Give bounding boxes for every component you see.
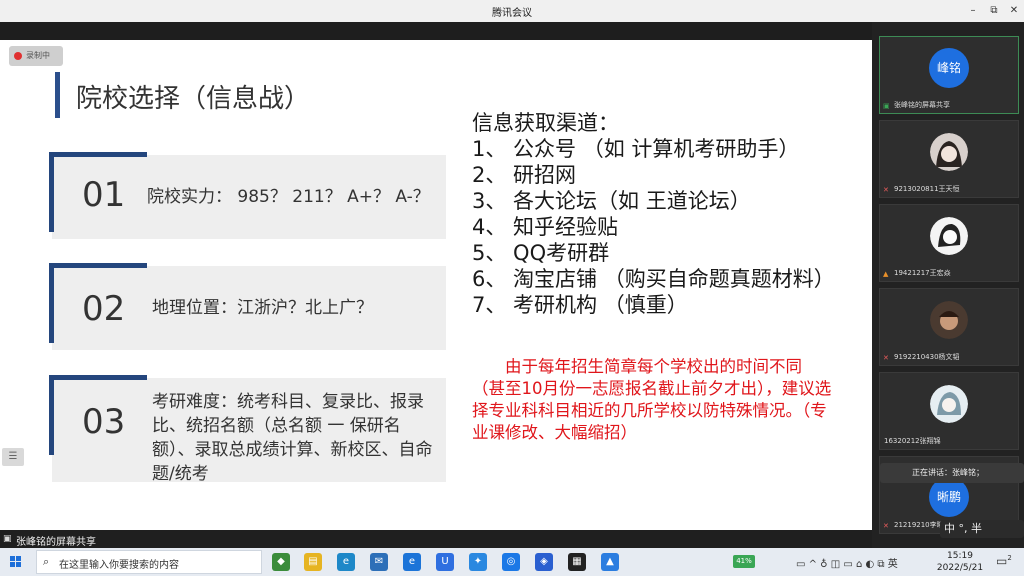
app-icon[interactable]: ◎	[502, 553, 520, 571]
card-number: 01	[82, 175, 126, 215]
close-button[interactable]: ✕	[1006, 3, 1022, 19]
avatar	[930, 217, 968, 255]
participant-tile[interactable]: 16320212张翔锦	[879, 372, 1019, 450]
time: 15:19	[947, 551, 973, 561]
system-tray[interactable]: ▭ ^ ♁ ◫ ▭ ⌂ ◐ ⧉ 英	[796, 555, 898, 570]
mail-icon[interactable]: ✉	[370, 553, 388, 571]
toolbar-strip	[0, 22, 872, 40]
screen-share-bar: ▣ 张峰铭的屏幕共享	[0, 530, 872, 548]
shared-slide: 录制中 院校选择（信息战） 01 院校实力： 985？ 211？ A+？ A-？…	[0, 40, 872, 530]
card-3: 03 考研难度：统考科目、复录比、报录比、统招名额（总名额 一 保研名额）、录取…	[49, 375, 446, 484]
avatar: 晰鹏	[929, 477, 969, 517]
speaking-indicator: 正在讲话：张峰铭；	[880, 463, 1024, 483]
info-item: 4、 知乎经验贴	[472, 215, 619, 239]
card-accent	[49, 375, 54, 455]
participant-tile[interactable]: ✕ 9192210430杨文韬	[879, 288, 1019, 366]
avatar	[930, 301, 968, 339]
info-heading: 信息获取渠道：	[472, 111, 619, 135]
title-bar: 腾讯会议 – ⧉ ✕	[0, 0, 1024, 22]
start-button[interactable]	[10, 556, 22, 568]
edge-icon[interactable]: e	[337, 553, 355, 571]
app-icon[interactable]: ◈	[535, 553, 553, 571]
red-note: 由于每年招生简章每个学校出的时间不同（甚至10月份一志愿报名截止前夕才出），建议…	[472, 357, 832, 442]
screen-share-label: 张峰铭的屏幕共享	[16, 537, 96, 548]
info-item: 2、 研招网	[472, 163, 577, 187]
title-accent-bar	[55, 72, 60, 118]
notification-icon[interactable]: ▭2	[996, 554, 1012, 568]
user-icon: ▲	[883, 270, 889, 278]
card-1: 01 院校实力： 985？ 211？ A+？ A-？	[49, 152, 446, 239]
file-explorer-icon[interactable]: ▤	[304, 553, 322, 571]
screen-share-icon: ▣	[3, 534, 12, 544]
card-number: 02	[82, 289, 126, 329]
card-number: 03	[82, 402, 126, 442]
participant-tile[interactable]: ▲ 19421217王宏焱	[879, 204, 1019, 282]
mic-muted-icon: ✕	[883, 522, 889, 530]
participant-name: 16320212张翔锦	[884, 437, 941, 445]
card-accent	[49, 263, 54, 343]
recording-badge[interactable]: 录制中	[9, 46, 63, 66]
participant-name: 张峰铭的屏幕共享	[894, 101, 950, 109]
mic-muted-icon: ✕	[883, 186, 889, 194]
taskbar: ⌕ 在这里输入你要搜索的内容 ◆ ▤ e ✉ e U ✦ ◎ ◈ ▦ ▲ 41%…	[0, 548, 1024, 576]
info-item: 7、 考研机构 （慎重）	[472, 293, 688, 317]
app-icon[interactable]: ◆	[272, 553, 290, 571]
app-icon[interactable]: U	[436, 553, 454, 571]
info-item: 3、 各大论坛（如 王道论坛）	[472, 189, 751, 213]
participant-name: 19421217王宏焱	[894, 269, 951, 277]
avatar: 峰铭	[929, 48, 969, 88]
date: 2022/5/21	[936, 563, 984, 573]
card-accent	[49, 152, 54, 232]
restore-button[interactable]: ⧉	[986, 3, 1002, 19]
clock[interactable]: 15:19 2022/5/21	[930, 550, 990, 574]
participant-tile[interactable]: ✕ 9213020811王天恒	[879, 120, 1019, 198]
app-icon[interactable]: ▦	[568, 553, 586, 571]
info-channels: 信息获取渠道： 1、 公众号 （如 计算机考研助手） 2、 研招网 3、 各大论…	[472, 110, 835, 318]
card-2: 02 地理位置：江浙沪？北上广？	[49, 263, 446, 350]
info-item: 5、 QQ考研群	[472, 241, 610, 265]
battery-indicator[interactable]: 41%	[733, 555, 755, 568]
search-placeholder: 在这里输入你要搜索的内容	[59, 560, 179, 571]
ie-icon[interactable]: e	[403, 553, 421, 571]
search-icon: ⌕	[43, 555, 50, 568]
app-icon[interactable]: ✦	[469, 553, 487, 571]
avatar	[930, 385, 968, 423]
photos-icon[interactable]: ▲	[601, 553, 619, 571]
ime-toolbar[interactable]: 中 °, 半	[940, 520, 1024, 538]
record-icon	[14, 52, 22, 60]
mic-icon: ▣	[883, 102, 890, 110]
mic-muted-icon: ✕	[883, 354, 889, 362]
slide-menu-icon[interactable]: ☰	[2, 448, 24, 466]
participant-tile[interactable]: 峰铭 ▣ 张峰铭的屏幕共享	[879, 36, 1019, 114]
card-text: 考研难度：统考科目、复录比、报录比、统招名额（总名额 一 保研名额）、录取总成绩…	[152, 392, 433, 484]
screen: 腾讯会议 – ⧉ ✕ 录制中 院校选择（信息战） 01 院校实力： 985？ 2…	[0, 0, 1024, 576]
participant-name: 9213020811王天恒	[894, 185, 960, 193]
card-accent	[49, 375, 147, 380]
notification-count: 2	[1007, 554, 1012, 562]
slide-title: 院校选择（信息战）	[76, 84, 311, 114]
info-item: 6、 淘宝店铺 （购买自命题真题材料）	[472, 267, 835, 291]
info-item: 1、 公众号 （如 计算机考研助手）	[472, 137, 800, 161]
window-title: 腾讯会议	[492, 8, 532, 19]
card-accent	[49, 152, 147, 157]
taskbar-search[interactable]: ⌕ 在这里输入你要搜索的内容	[36, 550, 262, 574]
card-text: 院校实力： 985？ 211？ A+？ A-？	[147, 187, 430, 207]
minimize-button[interactable]: –	[965, 3, 981, 19]
recording-label: 录制中	[26, 51, 50, 60]
card-text: 地理位置：江浙沪？北上广？	[152, 298, 373, 318]
card-accent	[49, 263, 147, 268]
avatar	[930, 133, 968, 171]
participant-name: 9192210430杨文韬	[894, 353, 960, 361]
